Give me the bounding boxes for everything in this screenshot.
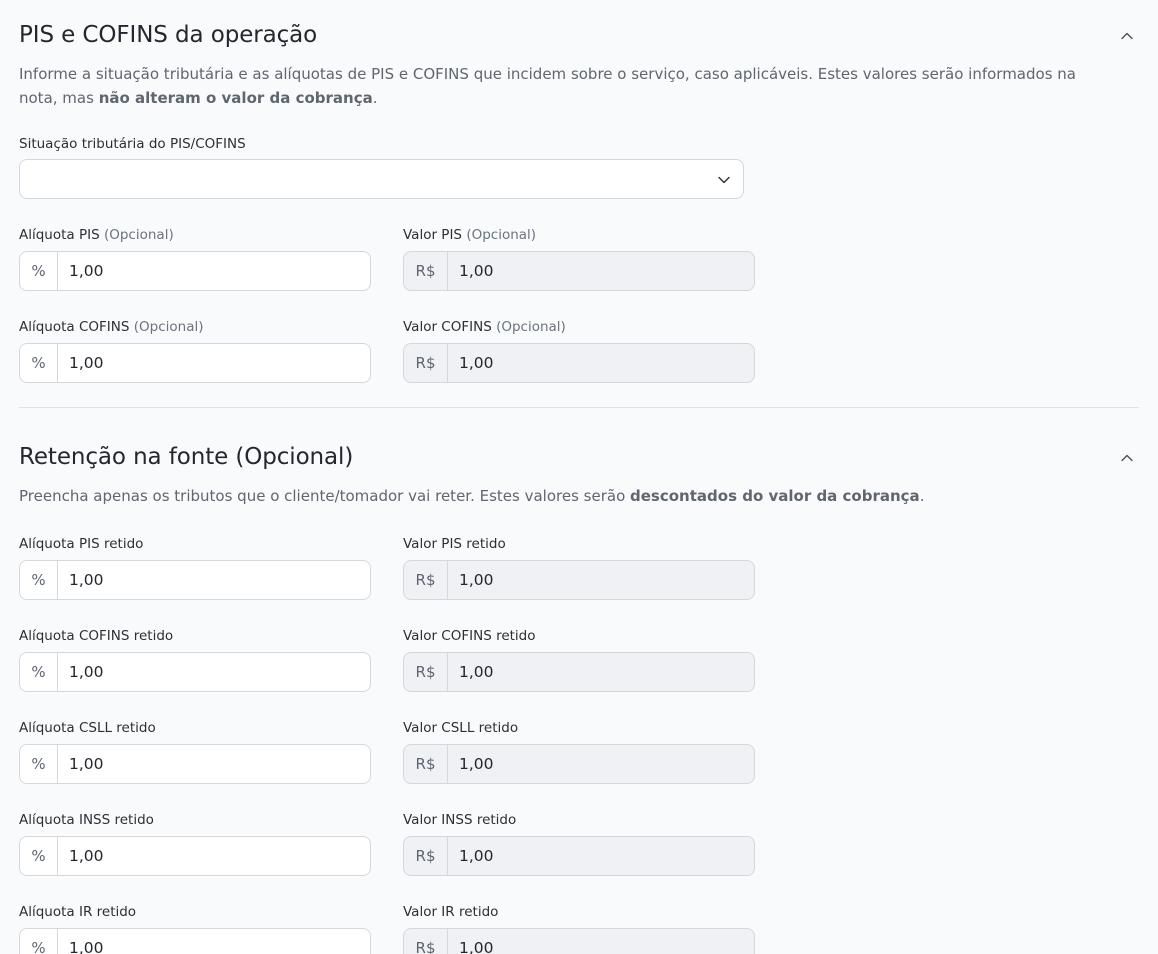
aliquota-cofins-label-text: Alíquota COFINS [19, 319, 130, 335]
collapse-retencao-button[interactable] [1115, 446, 1139, 470]
retencao-description: Preencha apenas os tributos que o client… [19, 484, 1119, 508]
currency-addon: R$ [404, 561, 448, 599]
aliquota-inss-retido-value[interactable]: 1,00 [58, 837, 370, 875]
percent-addon: % [20, 837, 58, 875]
valor-ir-retido-value[interactable]: 1,00 [448, 929, 754, 954]
retencao-desc-text: Preencha apenas os tributos que o client… [19, 487, 631, 505]
valor-cofins-retido-input[interactable]: R$ 1,00 [403, 652, 755, 692]
currency-addon: R$ [404, 929, 448, 954]
chevron-up-icon [1121, 32, 1133, 40]
optional-tag: (Opcional) [133, 319, 204, 335]
aliquota-csll-retido-label: Alíquota CSLL retido [19, 720, 156, 736]
valor-pis-input[interactable]: R$ 1,00 [403, 251, 755, 291]
aliquota-cofins-retido-label: Alíquota COFINS retido [19, 628, 174, 644]
valor-inss-retido-label: Valor INSS retido [403, 812, 517, 828]
valor-pis-retido-value[interactable]: 1,00 [448, 561, 754, 599]
retencao-section: Retenção na fonte (Opcional) Preencha ap… [19, 444, 1139, 954]
percent-addon: % [20, 745, 58, 783]
aliquota-pis-retido-input[interactable]: % 1,00 [19, 560, 371, 600]
valor-pis-retido-label: Valor PIS retido [403, 536, 506, 552]
currency-addon: R$ [404, 252, 448, 290]
aliquota-ir-retido-label: Alíquota IR retido [19, 904, 137, 920]
aliquota-csll-retido-value[interactable]: 1,00 [58, 745, 370, 783]
section-divider [19, 407, 1139, 408]
aliquota-ir-retido-value[interactable]: 1,00 [58, 929, 370, 954]
pis-cofins-desc-bold: não alteram o valor da cobrança [98, 89, 373, 107]
currency-addon: R$ [404, 745, 448, 783]
pis-cofins-description: Informe a situação tributária e as alíqu… [19, 62, 1119, 110]
aliquota-pis-retido-label: Alíquota PIS retido [19, 536, 144, 552]
retencao-desc-suffix: . [919, 487, 925, 505]
percent-addon: % [20, 561, 58, 599]
retencao-desc-bold: descontados do valor da cobrança [630, 487, 920, 505]
retencao-title: Retenção na fonte (Opcional) [19, 444, 354, 470]
situacao-tributaria-label: Situação tributária do PIS/COFINS [19, 136, 246, 152]
valor-cofins-label-text: Valor COFINS [403, 319, 492, 335]
aliquota-pis-retido-value[interactable]: 1,00 [58, 561, 370, 599]
valor-cofins-retido-value[interactable]: 1,00 [448, 653, 754, 691]
valor-pis-value[interactable]: 1,00 [448, 252, 754, 290]
chevron-up-icon [1121, 454, 1133, 462]
collapse-pis-cofins-button[interactable] [1115, 24, 1139, 48]
situacao-tributaria-select[interactable] [19, 159, 744, 199]
pis-cofins-title: PIS e COFINS da operação [19, 22, 318, 48]
percent-addon: % [20, 653, 58, 691]
valor-cofins-label: Valor COFINS (Opcional) [403, 319, 566, 335]
valor-pis-retido-input[interactable]: R$ 1,00 [403, 560, 755, 600]
aliquota-csll-retido-input[interactable]: % 1,00 [19, 744, 371, 784]
currency-addon: R$ [404, 837, 448, 875]
aliquota-cofins-label: Alíquota COFINS (Opcional) [19, 319, 204, 335]
currency-addon: R$ [404, 344, 448, 382]
aliquota-cofins-retido-value[interactable]: 1,00 [58, 653, 370, 691]
aliquota-pis-value[interactable]: 1,00 [58, 252, 370, 290]
aliquota-cofins-input[interactable]: % 1,00 [19, 343, 371, 383]
optional-tag: (Opcional) [466, 227, 537, 243]
pis-cofins-section: PIS e COFINS da operação Informe a situa… [19, 22, 1139, 392]
valor-csll-retido-input[interactable]: R$ 1,00 [403, 744, 755, 784]
currency-addon: R$ [404, 653, 448, 691]
aliquota-ir-retido-input[interactable]: % 1,00 [19, 928, 371, 954]
valor-csll-retido-value[interactable]: 1,00 [448, 745, 754, 783]
aliquota-pis-input[interactable]: % 1,00 [19, 251, 371, 291]
page: PIS e COFINS da operação Informe a situa… [0, 0, 1158, 954]
valor-pis-label: Valor PIS (Opcional) [403, 227, 536, 243]
percent-addon: % [20, 252, 58, 290]
valor-ir-retido-label: Valor IR retido [403, 904, 499, 920]
chevron-down-icon [718, 176, 730, 184]
aliquota-pis-label: Alíquota PIS (Opcional) [19, 227, 174, 243]
valor-cofins-retido-label: Valor COFINS retido [403, 628, 536, 644]
valor-csll-retido-label: Valor CSLL retido [403, 720, 519, 736]
aliquota-cofins-retido-input[interactable]: % 1,00 [19, 652, 371, 692]
valor-ir-retido-input[interactable]: R$ 1,00 [403, 928, 755, 954]
aliquota-cofins-value[interactable]: 1,00 [58, 344, 370, 382]
valor-inss-retido-input[interactable]: R$ 1,00 [403, 836, 755, 876]
optional-tag: (Opcional) [496, 319, 566, 335]
valor-cofins-value[interactable]: 1,00 [448, 344, 754, 382]
pis-cofins-desc-suffix: . [372, 89, 378, 107]
aliquota-pis-label-text: Alíquota PIS [19, 227, 100, 243]
aliquota-inss-retido-label: Alíquota INSS retido [19, 812, 154, 828]
optional-tag: (Opcional) [103, 227, 174, 243]
percent-addon: % [20, 344, 58, 382]
valor-cofins-input[interactable]: R$ 1,00 [403, 343, 755, 383]
percent-addon: % [20, 929, 58, 954]
valor-pis-label-text: Valor PIS [403, 227, 463, 243]
aliquota-inss-retido-input[interactable]: % 1,00 [19, 836, 371, 876]
valor-inss-retido-value[interactable]: 1,00 [448, 837, 754, 875]
